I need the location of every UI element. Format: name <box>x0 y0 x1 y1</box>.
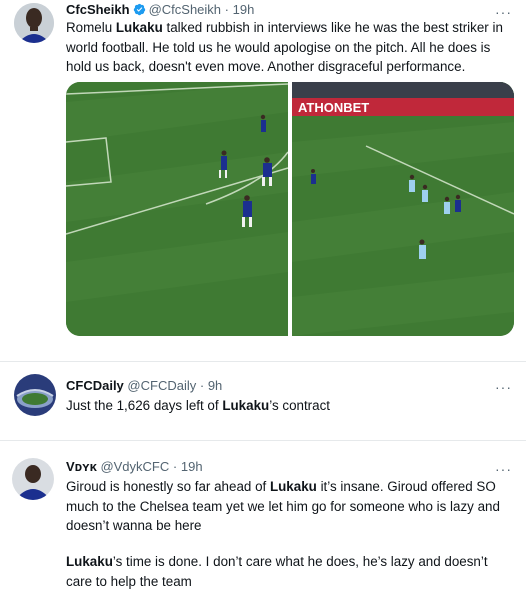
avatar[interactable] <box>14 374 56 416</box>
dot-separator: · <box>199 378 205 393</box>
more-options-icon[interactable]: ··· <box>495 5 512 19</box>
tweet-header: Vᴅʏᴋ @VdykCFC · 19h <box>66 459 203 475</box>
tweet-text-paragraph-2: Lukaku’s time is done. I don’t care what… <box>66 554 488 589</box>
more-options-icon[interactable]: ··· <box>495 462 512 476</box>
handle[interactable]: @VdykCFC <box>100 459 169 474</box>
display-name[interactable]: CFCDaily <box>66 378 124 393</box>
avatar-image <box>14 374 56 416</box>
mention-lukaku: Lukaku <box>269 479 317 494</box>
mention-lukaku: Lukaku <box>222 398 270 413</box>
tweet-cfcdaily[interactable]: CFCDaily @CFCDaily · 9h ··· Just the 1,6… <box>0 362 526 428</box>
dot-separator: · <box>172 459 178 474</box>
match-screenshots-image: ATHONBET <box>66 82 514 336</box>
handle[interactable]: @CfcSheikh <box>149 2 221 17</box>
verified-badge-icon <box>133 3 145 16</box>
tweet-header: CfcSheikh @CfcSheikh · 19h <box>66 2 254 18</box>
timestamp[interactable]: 9h <box>208 378 222 393</box>
avatar-image <box>12 458 54 500</box>
avatar[interactable] <box>12 458 54 500</box>
tweet-cfcsheikh[interactable]: CfcSheikh @CfcSheikh · 19h ··· Romelu Luk… <box>0 0 526 345</box>
sponsor-banner: ATHONBET <box>298 100 369 115</box>
display-name[interactable]: Vᴅʏᴋ <box>66 459 97 474</box>
tweet-vdykcfc[interactable]: Vᴅʏᴋ @VdykCFC · 19h ··· Giroud is honest… <box>0 441 526 600</box>
avatar-image <box>14 3 54 43</box>
avatar[interactable] <box>14 3 54 43</box>
tweet-media[interactable]: ATHONBET <box>66 82 514 336</box>
mention-lukaku: Lukaku <box>115 20 163 35</box>
timestamp[interactable]: 19h <box>233 2 255 17</box>
tweet-text: Romelu Lukaku talked rubbish in intervie… <box>66 20 503 74</box>
handle[interactable]: @CFCDaily <box>127 378 196 393</box>
display-name[interactable]: CfcSheikh <box>66 2 130 17</box>
timestamp[interactable]: 19h <box>181 459 203 474</box>
more-options-icon[interactable]: ··· <box>495 380 512 394</box>
tweet-header: CFCDaily @CFCDaily · 9h <box>66 378 222 394</box>
dot-separator: · <box>224 2 229 17</box>
mention-lukaku: Lukaku <box>66 554 113 569</box>
tweet-text: Just the 1,626 days left of Lukaku’s con… <box>66 398 330 413</box>
tweet-text-paragraph-1: Giroud is honestly so far ahead of Lukak… <box>66 479 500 533</box>
